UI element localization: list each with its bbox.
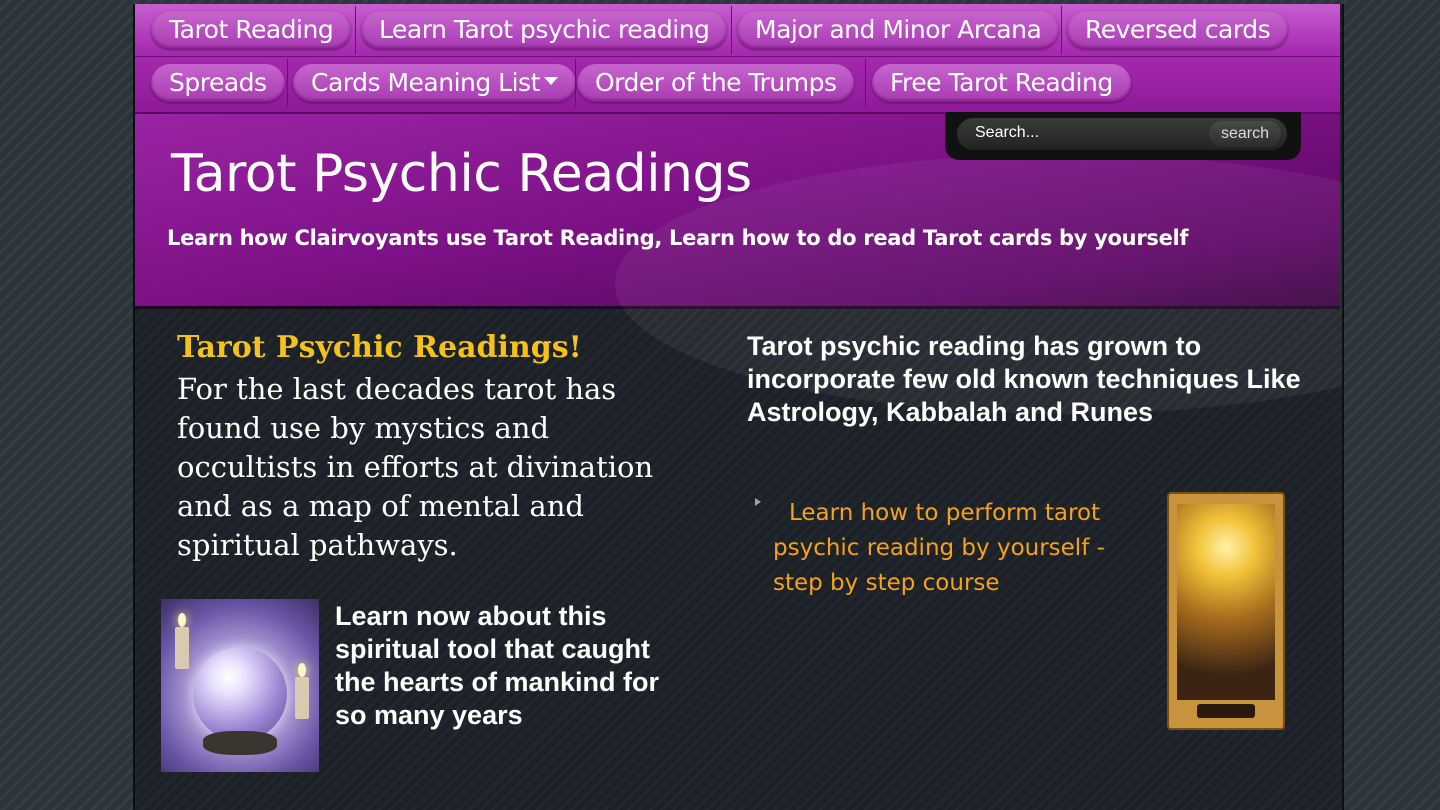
- crystal-ball-image[interactable]: [161, 599, 319, 772]
- candle-shape: [175, 627, 189, 669]
- course-link[interactable]: Learn how to perform tarot psychic readi…: [773, 496, 1133, 601]
- nav-item-learn-tarot-psychic-reading[interactable]: Learn Tarot psychic reading: [361, 11, 728, 49]
- crystal-ball-caption: Learn now about this spiritual tool that…: [335, 601, 660, 730]
- nav-item-cards-meaning-list-label: Cards Meaning List: [311, 68, 540, 97]
- caret-down-icon: [543, 77, 558, 85]
- nav-divider: [287, 59, 288, 107]
- ball-stand-shape: [203, 731, 277, 755]
- intro-heading: Tarot Psychic Readings!: [177, 330, 582, 365]
- main-navigation: Tarot Reading Learn Tarot psychic readin…: [135, 4, 1340, 114]
- flame-shape: [298, 663, 306, 677]
- site-header: Search... search Tarot Psychic Readings …: [135, 112, 1342, 414]
- nav-divider: [865, 59, 866, 107]
- card-nameplate: [1197, 704, 1255, 718]
- nav-divider: [1061, 6, 1062, 54]
- nav-item-cards-meaning-list[interactable]: Cards Meaning List: [293, 64, 576, 102]
- crystal-ball-shape: [193, 647, 287, 741]
- nav-row-2: Spreads Cards Meaning List Order of the …: [135, 57, 1340, 109]
- bullet-arrow-icon: [755, 498, 761, 506]
- site-tagline: Learn how Clairvoyants use Tarot Reading…: [167, 226, 1189, 250]
- search-button[interactable]: search: [1208, 121, 1281, 147]
- search-bar: Search... search: [945, 112, 1301, 160]
- tarot-card-image[interactable]: [1167, 492, 1285, 730]
- nav-item-tarot-reading[interactable]: Tarot Reading: [151, 11, 352, 49]
- feature-heading: Tarot psychic reading has grown to incor…: [747, 331, 1301, 427]
- card-artwork: [1177, 504, 1275, 700]
- nav-item-spreads[interactable]: Spreads: [151, 64, 285, 102]
- candle-shape: [295, 677, 309, 719]
- search-field-wrapper: Search... search: [957, 118, 1287, 150]
- nav-row-1: Tarot Reading Learn Tarot psychic readin…: [135, 4, 1340, 57]
- nav-divider: [731, 6, 732, 54]
- intro-paragraph: For the last decades tarot has found use…: [177, 372, 654, 562]
- nav-item-order-of-the-trumps[interactable]: Order of the Trumps: [577, 64, 855, 102]
- nav-item-free-tarot-reading[interactable]: Free Tarot Reading: [872, 64, 1131, 102]
- flame-shape: [178, 613, 186, 627]
- search-input[interactable]: Search...: [975, 124, 1039, 142]
- nav-divider: [575, 59, 576, 107]
- nav-item-major-minor-arcana[interactable]: Major and Minor Arcana: [737, 11, 1060, 49]
- site-title[interactable]: Tarot Psychic Readings: [171, 144, 752, 204]
- nav-divider: [355, 6, 356, 54]
- nav-item-reversed-cards[interactable]: Reversed cards: [1067, 11, 1289, 49]
- page-container: Tarot Reading Learn Tarot psychic readin…: [133, 4, 1344, 810]
